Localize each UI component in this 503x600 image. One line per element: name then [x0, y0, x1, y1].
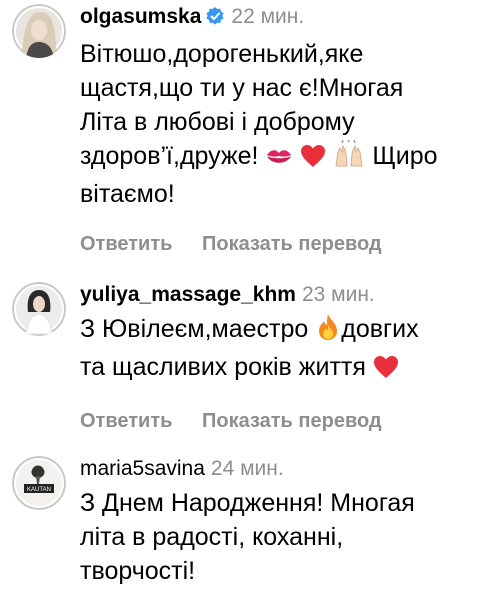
username[interactable]: maria5savina — [80, 457, 205, 480]
avatar[interactable] — [12, 4, 66, 58]
comment-line: та щасливих років життя — [80, 353, 366, 381]
username[interactable]: olgasumska — [80, 5, 201, 28]
translate-button[interactable]: Показать перевод — [202, 233, 382, 255]
kiss-mark-icon — [265, 143, 293, 177]
reply-button[interactable]: Ответить — [80, 233, 172, 255]
reply-button[interactable]: Ответить — [80, 410, 172, 432]
timestamp: 23 мин. — [301, 283, 375, 306]
raising-hands-icon — [333, 139, 365, 177]
timestamp: 22 мин. — [231, 5, 305, 28]
comment-line: творчості! — [80, 557, 196, 585]
comment-line: Вітюшо,дорогенький,яке — [80, 40, 364, 68]
comment-text: З Ювілеєм,маестро довгих та щасливих рок… — [80, 312, 493, 388]
red-heart-icon — [373, 354, 399, 388]
fire-icon — [315, 313, 341, 350]
comment-line: З Ювілеєм,маестро — [80, 315, 309, 343]
comment-line: щастя,що ти у нас є!Многая — [80, 74, 404, 102]
verified-badge-icon — [205, 6, 225, 33]
red-heart-icon — [300, 143, 326, 177]
username[interactable]: yuliya_massage_khm — [80, 283, 296, 306]
timestamp: 24 мин. — [210, 457, 284, 480]
comment-line: здоров’ї,друже! — [80, 142, 259, 170]
comment-text: Вітюшо,дорогенький,яке щастя,що ти у нас… — [80, 37, 493, 211]
comment-line: Щиро — [372, 142, 438, 170]
translate-button[interactable]: Показать перевод — [202, 410, 382, 432]
comment-line: вітаємо! — [80, 180, 175, 208]
avatar[interactable]: KAUTAN — [12, 456, 66, 510]
comment-line: довгих — [341, 315, 419, 343]
comment-text: З Днем Народження! Многая літа в радості… — [80, 486, 493, 588]
avatar[interactable] — [12, 282, 66, 336]
comment-line: З Днем Народження! Многая — [80, 489, 415, 517]
comment-line: Літа в любові і доброму — [80, 108, 355, 136]
comment-actions: Ответить Показать перевод — [80, 408, 493, 434]
comment-actions: Ответить Показать перевод — [80, 231, 493, 257]
comment-line: літа в радості, коханні, — [80, 523, 344, 551]
avatar-logo-text: KAUTAN — [27, 487, 51, 493]
